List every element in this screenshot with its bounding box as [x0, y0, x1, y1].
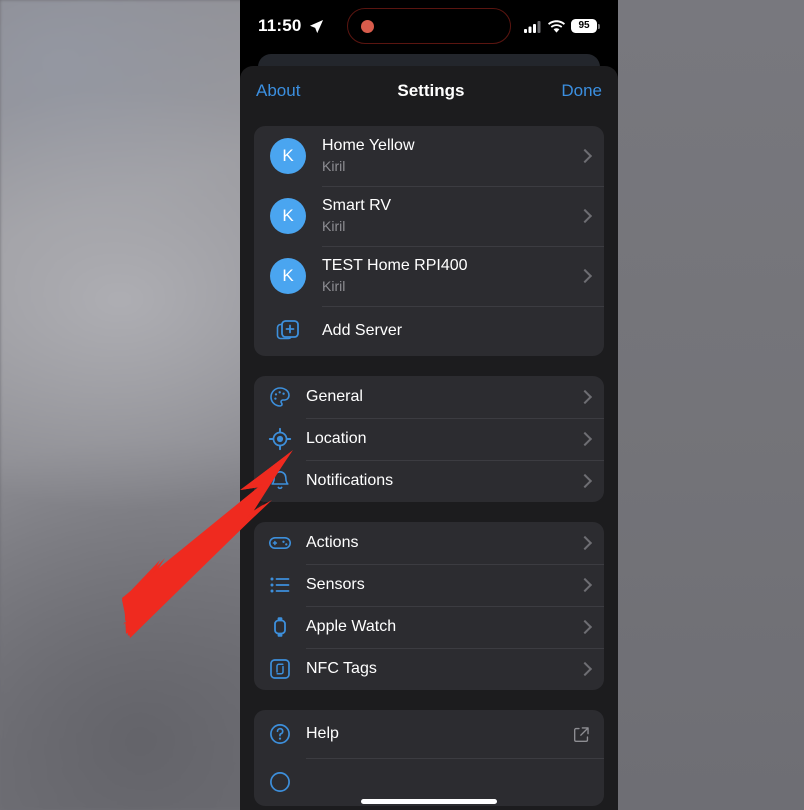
status-bar-right: 95	[524, 19, 600, 33]
server-text: TEST Home RPI400 Kiril	[322, 256, 572, 295]
list-bullet-icon	[270, 577, 290, 593]
add-server-label: Add Server	[322, 322, 403, 339]
apple-watch-label: Apple Watch	[306, 618, 397, 635]
palette-icon	[270, 387, 290, 407]
location-text: Location	[306, 429, 572, 449]
cellular-signal-icon	[524, 20, 541, 33]
sensors-text: Sensors	[306, 575, 572, 595]
features-row-actions[interactable]: Actions	[254, 522, 604, 564]
chevron-right-icon	[577, 268, 593, 284]
question-circle-icon	[270, 724, 290, 744]
chevron-right-icon	[577, 148, 593, 164]
apple-watch-icon-wrap	[254, 615, 306, 639]
add-server-text: Add Server	[322, 321, 590, 341]
status-bar: 11:50 95	[240, 0, 618, 52]
battery-percent: 95	[578, 20, 590, 31]
notifications-icon-wrap	[254, 469, 306, 493]
server-text: Smart RV Kiril	[322, 196, 572, 235]
avatar: K	[270, 138, 306, 174]
done-button[interactable]: Done	[561, 81, 602, 101]
general-icon-wrap	[254, 385, 306, 409]
servers-card: K Home Yellow Kiril K Smart RV Kiril K T…	[254, 126, 604, 356]
server-user: Kiril	[322, 218, 346, 235]
actions-label: Actions	[306, 534, 359, 551]
add-server-row[interactable]: Add Server	[254, 306, 604, 356]
notifications-label: Notifications	[306, 472, 394, 489]
server-text: Home Yellow Kiril	[322, 136, 572, 175]
server-name: Smart RV	[322, 197, 392, 215]
help-group-card: Help	[254, 710, 604, 806]
status-bar-left: 11:50	[258, 16, 324, 36]
home-indicator	[361, 799, 497, 804]
nfc-icon-wrap	[254, 657, 306, 681]
location-target-icon	[268, 427, 292, 451]
navigation-bar: About Settings Done	[240, 66, 618, 116]
location-arrow-icon	[309, 19, 323, 33]
features-row-sensors[interactable]: Sensors	[254, 564, 604, 606]
page-title: Settings	[397, 81, 465, 100]
features-row-apple-watch[interactable]: Apple Watch	[254, 606, 604, 648]
server-avatar-wrap: K	[254, 198, 322, 234]
help-icon-wrap	[254, 722, 306, 746]
general-label: General	[306, 388, 363, 405]
phone-screen: 11:50 95 About Settings Done K Home Yell…	[240, 0, 618, 810]
apple-watch-text: Apple Watch	[306, 617, 572, 637]
location-icon-wrap	[254, 427, 306, 451]
external-link-icon	[574, 726, 589, 742]
desktop-backdrop-right	[618, 0, 804, 810]
chevron-right-icon	[577, 208, 593, 224]
chevron-right-icon	[577, 661, 593, 677]
avatar: K	[270, 258, 306, 294]
chevron-right-icon	[577, 431, 593, 447]
chevron-right-icon	[577, 619, 593, 635]
features-row-nfc-tags[interactable]: NFC Tags	[254, 648, 604, 690]
wifi-icon	[548, 19, 565, 33]
chevron-right-icon	[577, 535, 593, 551]
nfc-tags-label: NFC Tags	[306, 660, 377, 677]
secondary-icon-wrap	[254, 770, 306, 794]
settings-row-notifications[interactable]: Notifications	[254, 460, 604, 502]
help-row[interactable]: Help	[254, 710, 604, 758]
server-avatar-wrap: K	[254, 258, 322, 294]
question-circle-icon	[270, 772, 290, 792]
bell-icon	[271, 471, 289, 490]
features-group-card: Actions Sensors Apple Watch NFC Tags	[254, 522, 604, 690]
server-row-home-yellow[interactable]: K Home Yellow Kiril	[254, 126, 604, 186]
server-user: Kiril	[322, 158, 346, 175]
general-text: General	[306, 387, 572, 407]
actions-text: Actions	[306, 533, 572, 553]
apple-watch-icon	[274, 617, 286, 637]
server-user: Kiril	[322, 278, 346, 295]
add-server-icon	[276, 320, 299, 340]
sensors-label: Sensors	[306, 576, 365, 593]
clock: 11:50	[258, 16, 302, 35]
avatar: K	[270, 198, 306, 234]
server-row-smart-rv[interactable]: K Smart RV Kiril	[254, 186, 604, 246]
nfc-tag-icon	[270, 659, 290, 679]
chevron-right-icon	[577, 577, 593, 593]
battery-indicator: 95	[571, 19, 600, 33]
server-avatar-wrap: K	[254, 138, 322, 174]
chevron-right-icon	[577, 389, 593, 405]
sensors-icon-wrap	[254, 573, 306, 597]
settings-group-card: General Location Notifications	[254, 376, 604, 502]
about-button[interactable]: About	[256, 81, 300, 101]
server-name: TEST Home RPI400	[322, 257, 468, 275]
help-label: Help	[306, 725, 339, 742]
settings-row-general[interactable]: General	[254, 376, 604, 418]
battery-body: 95	[571, 19, 597, 33]
nfc-tags-text: NFC Tags	[306, 659, 572, 679]
add-server-icon-wrap	[254, 319, 322, 343]
server-name: Home Yellow	[322, 137, 415, 155]
settings-row-location[interactable]: Location	[254, 418, 604, 460]
chevron-right-icon	[577, 473, 593, 489]
actions-icon-wrap	[254, 531, 306, 555]
settings-sheet: About Settings Done K Home Yellow Kiril …	[240, 66, 618, 810]
notifications-text: Notifications	[306, 471, 572, 491]
battery-cap	[598, 23, 600, 29]
help-text: Help	[306, 724, 573, 744]
location-label: Location	[306, 430, 367, 447]
server-row-test-home-rpi400[interactable]: K TEST Home RPI400 Kiril	[254, 246, 604, 306]
gamepad-icon	[268, 537, 291, 549]
